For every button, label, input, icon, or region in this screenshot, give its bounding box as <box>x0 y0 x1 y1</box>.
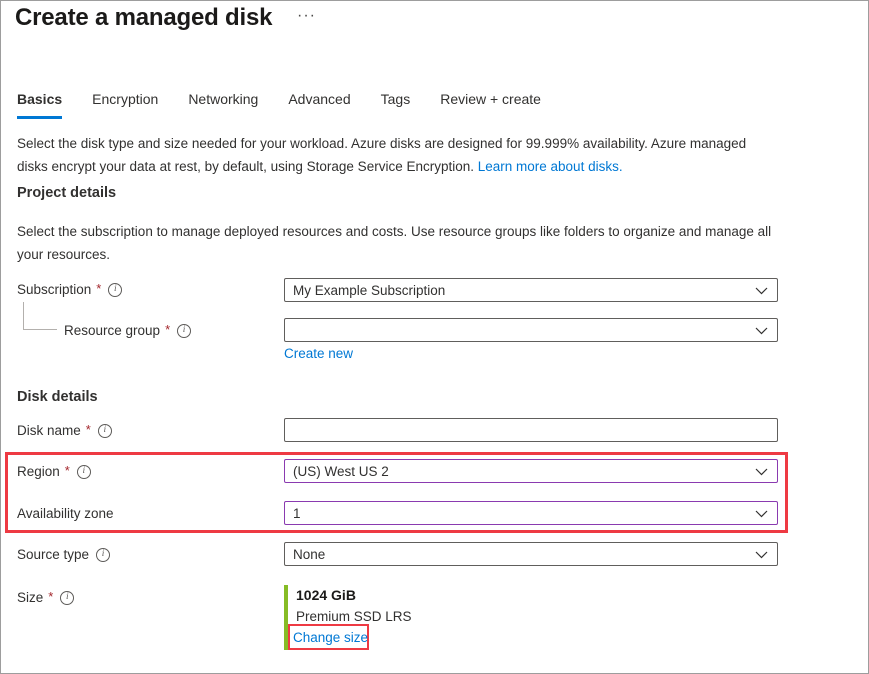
learn-more-link[interactable]: Learn more about disks. <box>478 159 623 174</box>
chevron-down-icon <box>755 327 768 335</box>
disk-name-input[interactable] <box>284 418 778 442</box>
info-icon[interactable]: i <box>96 548 110 562</box>
info-icon[interactable]: i <box>77 465 91 479</box>
info-icon[interactable]: i <box>98 424 112 438</box>
page-title: Create a managed disk <box>15 4 272 32</box>
intro-paragraph: Select the disk type and size needed for… <box>17 132 767 178</box>
resource-group-dropdown[interactable] <box>284 318 778 342</box>
chevron-down-icon <box>755 551 768 559</box>
project-details-heading: Project details <box>17 185 116 201</box>
subscription-label: Subscription * i <box>17 282 122 297</box>
hierarchy-connector-vertical <box>23 302 24 329</box>
tab-basics[interactable]: Basics <box>17 91 62 119</box>
tab-advanced[interactable]: Advanced <box>288 91 350 119</box>
size-label: Size * i <box>17 590 74 605</box>
intro-text: Select the disk type and size needed for… <box>17 136 746 174</box>
size-sku: Premium SSD LRS <box>296 609 412 624</box>
required-asterisk: * <box>48 589 53 604</box>
info-icon[interactable]: i <box>177 324 191 338</box>
required-asterisk: * <box>96 281 101 296</box>
subscription-dropdown[interactable]: My Example Subscription <box>284 278 778 302</box>
source-type-label: Source type i <box>17 547 110 562</box>
more-options-icon[interactable]: ··· <box>297 7 316 25</box>
resource-group-label: Resource group * i <box>64 323 191 338</box>
region-value: (US) West US 2 <box>293 464 389 479</box>
chevron-down-icon <box>755 287 768 295</box>
tab-review-create[interactable]: Review + create <box>440 91 541 119</box>
change-size-link[interactable]: Change size <box>293 630 368 645</box>
disk-name-label: Disk name * i <box>17 423 112 438</box>
availability-zone-value: 1 <box>293 506 301 521</box>
disk-details-heading: Disk details <box>17 389 98 405</box>
create-new-link[interactable]: Create new <box>284 346 353 361</box>
project-details-description: Select the subscription to manage deploy… <box>17 220 795 266</box>
tab-networking[interactable]: Networking <box>188 91 258 119</box>
info-icon[interactable]: i <box>108 283 122 297</box>
subscription-value: My Example Subscription <box>293 283 445 298</box>
region-dropdown[interactable]: (US) West US 2 <box>284 459 778 483</box>
chevron-down-icon <box>755 468 768 476</box>
chevron-down-icon <box>755 510 768 518</box>
availability-zone-label: Availability zone <box>17 506 114 521</box>
required-asterisk: * <box>65 463 70 478</box>
info-icon[interactable]: i <box>60 591 74 605</box>
size-value: 1024 GiB <box>296 587 356 603</box>
tab-encryption[interactable]: Encryption <box>92 91 158 119</box>
availability-zone-dropdown[interactable]: 1 <box>284 501 778 525</box>
size-accent-bar <box>284 585 288 650</box>
tab-bar: Basics Encryption Networking Advanced Ta… <box>17 91 541 119</box>
required-asterisk: * <box>165 322 170 337</box>
tab-tags[interactable]: Tags <box>381 91 411 119</box>
region-label: Region * i <box>17 464 91 479</box>
create-managed-disk-page: Create a managed disk ··· Basics Encrypt… <box>0 0 869 674</box>
hierarchy-connector-horizontal <box>23 329 57 330</box>
source-type-value: None <box>293 547 325 562</box>
required-asterisk: * <box>86 422 91 437</box>
source-type-dropdown[interactable]: None <box>284 542 778 566</box>
